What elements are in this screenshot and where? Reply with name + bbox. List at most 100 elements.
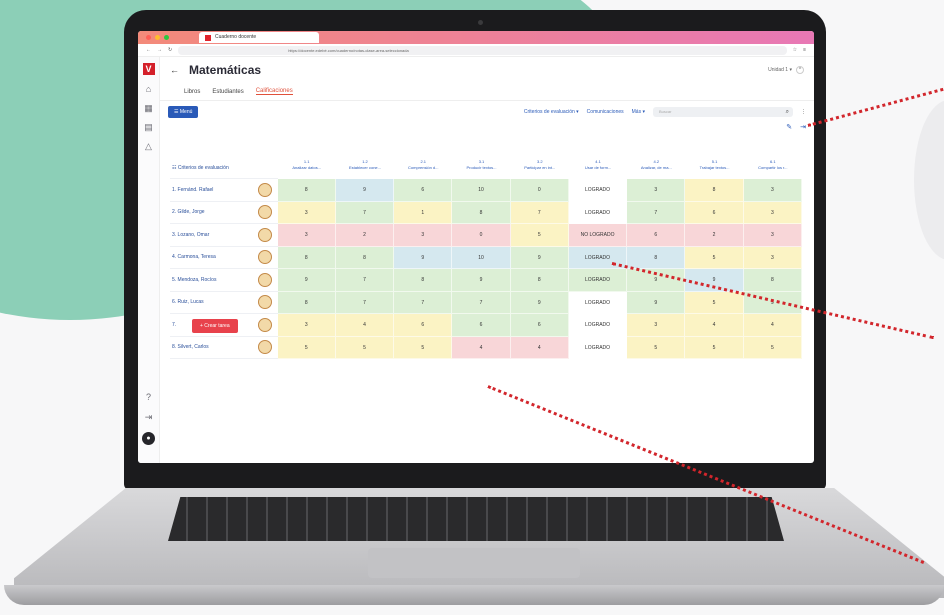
logout-icon[interactable]: ⇥ bbox=[144, 412, 154, 422]
grade-cell[interactable]: 9 bbox=[335, 179, 395, 202]
grade-cell[interactable]: 5 bbox=[277, 336, 336, 359]
grade-cell[interactable]: 8 bbox=[277, 179, 336, 202]
grade-cell[interactable]: 8 bbox=[627, 246, 686, 269]
grade-cell[interactable]: 5 bbox=[627, 336, 686, 359]
menu-icon[interactable]: ≡ bbox=[803, 47, 806, 53]
grade-cell[interactable]: 3 bbox=[394, 224, 453, 247]
minimize-window-icon[interactable] bbox=[155, 35, 160, 40]
grade-cell[interactable]: 7 bbox=[335, 269, 395, 292]
grade-cell[interactable]: 7 bbox=[394, 291, 453, 314]
search-input[interactable]: Buscar ⌕ bbox=[653, 107, 793, 117]
grade-cell[interactable]: 6 bbox=[452, 314, 511, 337]
student-cell[interactable]: 8. Silvert, Carlos bbox=[170, 337, 278, 359]
grade-cell[interactable]: 6 bbox=[627, 224, 686, 247]
column-header[interactable]: 1.2 Establecer cone... bbox=[336, 157, 394, 179]
grade-cell[interactable]: 8 bbox=[452, 201, 511, 224]
grade-cell[interactable]: 8 bbox=[743, 269, 802, 292]
grade-cell[interactable]: 8 bbox=[685, 179, 744, 202]
tab-calificaciones[interactable]: Calificaciones bbox=[255, 88, 293, 95]
grade-cell[interactable]: 0 bbox=[452, 224, 511, 247]
grade-cell[interactable]: 3 bbox=[627, 314, 686, 337]
criteria-header[interactable]: ☷ Criterios de evaluación bbox=[170, 157, 278, 179]
grade-cell[interactable]: 2 bbox=[685, 224, 744, 247]
grade-cell[interactable]: 8 bbox=[510, 269, 569, 292]
grade-cell[interactable]: 5 bbox=[685, 336, 744, 359]
home-icon[interactable]: ⌂ bbox=[144, 84, 154, 94]
grade-cell[interactable]: 4 bbox=[743, 314, 802, 337]
student-cell[interactable]: 4. Carmona, Teresa bbox=[170, 247, 278, 269]
more-dropdown[interactable]: Más ▾ bbox=[632, 109, 645, 115]
grade-cell[interactable]: 9 bbox=[510, 291, 569, 314]
kebab-menu-icon[interactable]: ⋮ bbox=[801, 109, 806, 115]
search-icon[interactable]: ⌕ bbox=[786, 107, 789, 117]
grade-cell[interactable]: 8 bbox=[335, 246, 395, 269]
star-icon[interactable]: ☆ bbox=[793, 47, 797, 53]
student-cell[interactable]: 3. Lozano, Omar bbox=[170, 224, 278, 247]
column-header[interactable]: 4.2 Analizar, de ma... bbox=[627, 157, 685, 179]
grade-cell[interactable]: LOGRADO bbox=[568, 269, 628, 292]
grade-cell[interactable]: 5 bbox=[743, 336, 802, 359]
grade-cell[interactable]: 9 bbox=[510, 246, 569, 269]
grade-cell[interactable]: 8 bbox=[277, 291, 336, 314]
column-header[interactable]: 6.1 Compartir los r... bbox=[744, 157, 802, 179]
grade-cell[interactable]: 3 bbox=[743, 246, 802, 269]
column-header[interactable]: 3.1 Producir textos... bbox=[452, 157, 510, 179]
grade-cell[interactable]: 3 bbox=[743, 179, 802, 202]
grade-cell[interactable]: 5 bbox=[335, 336, 395, 359]
grade-cell[interactable]: 4 bbox=[685, 314, 744, 337]
grade-cell[interactable]: 5 bbox=[510, 224, 569, 247]
grades-icon[interactable]: ▤ bbox=[144, 122, 154, 132]
grade-cell[interactable]: 7 bbox=[510, 201, 569, 224]
grade-cell[interactable]: 9 bbox=[452, 269, 511, 292]
grade-cell[interactable]: 2 bbox=[335, 224, 395, 247]
grade-cell[interactable]: LOGRADO bbox=[568, 291, 628, 314]
export-icon[interactable]: ⇥ bbox=[800, 123, 806, 135]
grade-cell[interactable]: 4 bbox=[510, 336, 569, 359]
forward-arrow-icon[interactable]: → bbox=[157, 47, 162, 53]
grade-cell[interactable]: 10 bbox=[452, 179, 511, 202]
student-cell[interactable]: 6. Ruiz, Lucas bbox=[170, 292, 278, 314]
grade-cell[interactable]: 7 bbox=[335, 201, 395, 224]
back-icon[interactable]: ← bbox=[170, 65, 179, 75]
grade-cell[interactable]: 5 bbox=[394, 336, 453, 359]
tab-estudiantes[interactable]: Estudiantes bbox=[212, 89, 243, 95]
reload-icon[interactable]: ↻ bbox=[168, 47, 172, 53]
grade-cell[interactable]: 7 bbox=[627, 201, 686, 224]
url-field[interactable]: https://docente.edebé.com/cuaderno/notas… bbox=[178, 45, 787, 55]
column-header[interactable]: 1.1 Analizar datos... bbox=[278, 157, 336, 179]
help-icon[interactable]: ? bbox=[144, 392, 154, 402]
close-window-icon[interactable] bbox=[146, 35, 151, 40]
grade-cell[interactable]: 9 bbox=[627, 291, 686, 314]
maximize-window-icon[interactable] bbox=[164, 35, 169, 40]
column-header[interactable]: 4.1 Usar de form... bbox=[569, 157, 627, 179]
calendar-icon[interactable]: ▦ bbox=[144, 103, 154, 113]
column-header[interactable]: 5.1 Trabajar textos... bbox=[685, 157, 743, 179]
grade-cell[interactable]: 10 bbox=[452, 246, 511, 269]
user-avatar-icon[interactable]: ● bbox=[142, 432, 155, 445]
grade-cell[interactable]: 9 bbox=[394, 246, 453, 269]
bell-icon[interactable]: △ bbox=[144, 141, 154, 151]
grade-cell[interactable]: 6 bbox=[394, 314, 453, 337]
grade-cell[interactable]: 0 bbox=[510, 179, 569, 202]
student-cell[interactable]: 5. Mendoza, Rocíos bbox=[170, 269, 278, 292]
grade-cell[interactable]: 4 bbox=[452, 336, 511, 359]
tab-libros[interactable]: Libros bbox=[184, 89, 200, 95]
communications-link[interactable]: Comunicaciones bbox=[587, 109, 624, 115]
grade-cell[interactable]: 1 bbox=[394, 201, 453, 224]
grade-cell[interactable]: LOGRADO bbox=[568, 314, 628, 337]
column-header[interactable]: 3.2 Participar en int... bbox=[511, 157, 569, 179]
grade-cell[interactable]: 9 bbox=[277, 269, 336, 292]
grade-cell[interactable]: 5 bbox=[685, 291, 744, 314]
grade-cell[interactable]: LOGRADO bbox=[568, 201, 628, 224]
grade-cell[interactable]: LOGRADO bbox=[568, 336, 628, 359]
grade-cell[interactable]: 3 bbox=[277, 224, 336, 247]
column-header[interactable]: 2.1 Comprensión d... bbox=[394, 157, 452, 179]
grade-cell[interactable]: 7 bbox=[452, 291, 511, 314]
grade-cell[interactable]: 6 bbox=[394, 179, 453, 202]
grade-cell[interactable]: 3 bbox=[743, 224, 802, 247]
grade-cell[interactable]: 8 bbox=[394, 269, 453, 292]
grade-cell[interactable]: 6 bbox=[510, 314, 569, 337]
brand-logo[interactable]: V bbox=[142, 63, 155, 75]
pencil-icon[interactable]: ✎ bbox=[786, 123, 792, 135]
grade-cell[interactable]: 5 bbox=[685, 246, 744, 269]
